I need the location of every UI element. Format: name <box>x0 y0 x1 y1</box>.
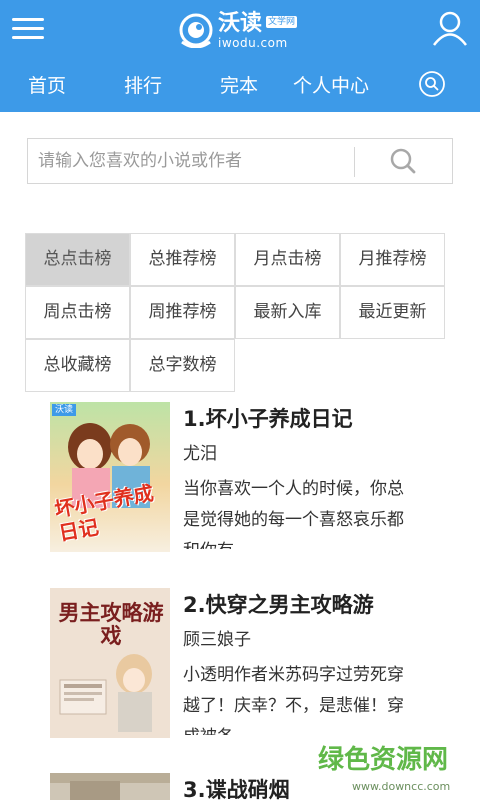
nav-search-icon[interactable] <box>418 70 446 98</box>
book-description: 小透明作者米苏码字过劳死穿越了！庆幸？不，是悲催！穿成被各 <box>183 665 404 735</box>
book-cover[interactable]: 沃读 坏小子养成日记 <box>50 402 170 552</box>
book-list-item[interactable]: 沃读 坏小子养成日记 1.坏小子养成日记 尤汨 当你喜欢一个人的时候，你总是觉得… <box>0 402 480 562</box>
rank-tab-total-words[interactable]: 总字数榜 <box>130 339 235 392</box>
book-title[interactable]: 3.谍战硝烟 <box>183 775 290 800</box>
nav-personal-center[interactable]: 个人中心 <box>293 74 369 98</box>
search-button[interactable] <box>355 139 452 183</box>
nav-ranking[interactable]: 排行 <box>124 74 162 98</box>
site-watermark: 绿色资源网 www.downcc.com <box>318 744 480 800</box>
rank-tab-week-recommend[interactable]: 周推荐榜 <box>130 286 235 339</box>
book-cover-image <box>50 773 170 800</box>
book-cover[interactable] <box>50 773 170 800</box>
watermark-name: 绿色资源网 <box>318 745 449 775</box>
main-nav: 首页 排行 完本 个人中心 <box>0 60 480 112</box>
cover-brand-badge: 沃读 <box>52 404 77 416</box>
nav-home[interactable]: 首页 <box>28 74 66 98</box>
menu-icon[interactable] <box>12 14 44 44</box>
cover-title: 男主攻略游戏 <box>58 601 164 648</box>
search-icon <box>390 148 416 174</box>
logo-mark-icon <box>179 13 213 48</box>
book-author: 顾三娘子 <box>183 630 251 650</box>
book-author: 尤汨 <box>183 444 217 464</box>
rank-tab-total-favorites[interactable]: 总收藏榜 <box>25 339 130 392</box>
rank-tab-recently-updated[interactable]: 最近更新 <box>340 286 445 339</box>
rank-tab-week-clicks[interactable]: 周点击榜 <box>25 286 130 339</box>
rank-tab-month-clicks[interactable]: 月点击榜 <box>235 233 340 286</box>
search-box <box>27 138 453 184</box>
logo-domain: iwodu.com <box>218 36 288 50</box>
rank-tab-total-recommend[interactable]: 总推荐榜 <box>130 233 235 286</box>
book-description: 当你喜欢一个人的时候，你总是觉得她的每一个喜怒哀乐都和你有 <box>183 479 404 549</box>
user-icon[interactable] <box>432 10 468 46</box>
book-list-item[interactable]: 男主攻略游戏 2.快穿之男主攻略游 顾三娘子 小透明作者米苏码字过劳死穿越了！庆… <box>0 588 480 748</box>
watermark-url: www.downcc.com <box>352 780 451 793</box>
logo-badge: 文学网 <box>266 16 298 28</box>
book-cover[interactable]: 男主攻略游戏 <box>50 588 170 738</box>
book-title[interactable]: 1.坏小子养成日记 <box>183 404 353 434</box>
nav-completed[interactable]: 完本 <box>220 74 258 98</box>
rank-tab-month-recommend[interactable]: 月推荐榜 <box>340 233 445 286</box>
app-header: 沃读 文学网 iwodu.com 首页 排行 完本 个人中心 <box>0 0 480 112</box>
search-input[interactable] <box>28 139 354 183</box>
rank-tab-newest[interactable]: 最新入库 <box>235 286 340 339</box>
site-logo[interactable]: 沃读 文学网 iwodu.com <box>178 10 308 50</box>
logo-text: 沃读 <box>218 11 263 36</box>
rank-tab-total-clicks[interactable]: 总点击榜 <box>25 233 130 286</box>
book-title[interactable]: 2.快穿之男主攻略游 <box>183 590 374 620</box>
